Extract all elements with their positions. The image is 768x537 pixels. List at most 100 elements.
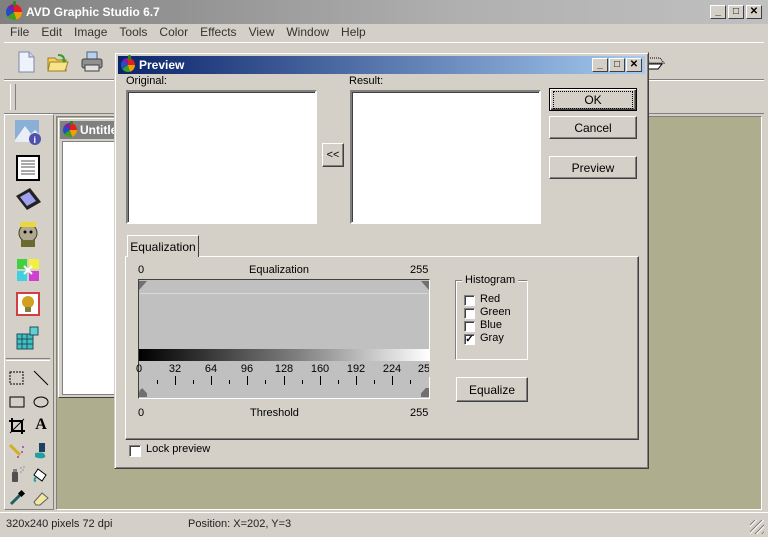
cancel-button[interactable]: Cancel <box>549 116 637 139</box>
image-canvas[interactable] <box>62 141 116 395</box>
print-icon[interactable] <box>80 50 104 74</box>
menu-help[interactable]: Help <box>335 25 372 39</box>
toolbar-grip[interactable] <box>10 84 16 110</box>
mascot-icon[interactable] <box>14 220 42 248</box>
dialog-title-bar[interactable]: Preview _ □ ✕ <box>118 55 645 74</box>
checkbox-gray[interactable]: ✓ <box>464 334 475 345</box>
scale-label: 192 <box>346 363 366 375</box>
menu-bar: File Edit Image Tools Color Effects View… <box>0 22 768 42</box>
new-document-icon[interactable] <box>14 50 38 74</box>
equalization-track <box>140 293 428 294</box>
menu-image[interactable]: Image <box>68 25 113 39</box>
menu-effects[interactable]: Effects <box>194 25 242 39</box>
major-tick <box>356 376 357 385</box>
menu-file[interactable]: File <box>4 25 35 39</box>
result-preview <box>350 90 541 224</box>
tool-panel-divider <box>6 358 50 361</box>
histogram-legend: Histogram <box>462 274 519 286</box>
menu-color[interactable]: Color <box>153 25 194 39</box>
dialog-close-button[interactable]: ✕ <box>626 58 642 72</box>
equalization-label: Equalization <box>249 264 309 276</box>
menu-edit[interactable]: Edit <box>35 25 68 39</box>
dialog-minimize-button[interactable]: _ <box>592 58 608 72</box>
scale-label: 96 <box>240 363 254 375</box>
app-title-bar: AVD Graphic Studio 6.7 _ □ ✕ <box>0 0 768 24</box>
paint-drop-icon[interactable] <box>32 465 50 483</box>
menu-window[interactable]: Window <box>280 25 335 39</box>
lock-preview-label: Lock preview <box>146 443 211 455</box>
minor-tick <box>302 380 303 384</box>
eyedropper-icon[interactable] <box>8 489 26 507</box>
ok-button-label: OK <box>553 90 633 109</box>
minor-tick <box>410 380 411 384</box>
menu-view[interactable]: View <box>243 25 281 39</box>
threshold-max: 255 <box>410 407 429 419</box>
resize-grip[interactable] <box>750 520 764 534</box>
spray-icon[interactable] <box>8 465 26 483</box>
rect-select-icon[interactable] <box>8 369 26 387</box>
open-folder-icon[interactable] <box>46 50 70 74</box>
grayscale-gradient <box>139 349 429 361</box>
minor-tick <box>229 380 230 384</box>
threshold-label: Threshold <box>250 407 299 419</box>
preview-dialog: Preview _ □ ✕ Original: << Result: OK Ca… <box>114 52 649 469</box>
copy-back-button[interactable]: << <box>322 143 344 167</box>
checkbox-label-red: Red <box>480 293 501 305</box>
svg-text:i: i <box>34 135 37 145</box>
checkbox-red[interactable] <box>464 295 475 306</box>
image-window-title-bar[interactable]: Untitled <box>60 121 116 139</box>
dialog-maximize-button[interactable]: □ <box>609 58 625 72</box>
rectangle-icon[interactable] <box>8 393 26 411</box>
color-swap-icon[interactable] <box>14 256 42 284</box>
image-info-icon[interactable]: i <box>14 118 42 146</box>
ellipse-icon[interactable] <box>32 393 50 411</box>
crop-icon[interactable] <box>8 417 26 435</box>
minor-tick <box>157 380 158 384</box>
equalization-max: 255 <box>410 264 429 276</box>
minor-tick <box>265 380 266 384</box>
dialog-icon <box>121 55 135 72</box>
status-bar: 320x240 pixels 72 dpi Position: X=202, Y… <box>0 512 768 537</box>
major-tick <box>320 376 321 385</box>
tab-equalization[interactable]: Equalization <box>127 235 199 257</box>
image-window-icon <box>63 121 77 137</box>
major-tick <box>392 376 393 385</box>
image-window-title: Untitled <box>80 123 116 137</box>
minimize-button[interactable]: _ <box>710 5 726 19</box>
line-icon[interactable] <box>32 369 50 387</box>
dialog-title: Preview <box>139 58 185 72</box>
equalization-min: 0 <box>138 264 145 276</box>
film-strip-icon[interactable] <box>14 186 42 214</box>
preview-button[interactable]: Preview <box>549 156 637 179</box>
cubes-icon[interactable] <box>14 324 42 352</box>
text-icon[interactable]: A <box>32 416 50 434</box>
checkbox-label-green: Green <box>480 306 511 318</box>
maximize-button[interactable]: □ <box>728 5 744 19</box>
app-title: AVD Graphic Studio 6.7 <box>26 5 160 19</box>
threshold-min: 0 <box>138 407 145 419</box>
menu-tools[interactable]: Tools <box>113 25 153 39</box>
lock-preview-checkbox[interactable] <box>129 445 141 457</box>
scale-label: 128 <box>274 363 294 375</box>
eraser-icon[interactable] <box>32 489 50 507</box>
fill-bucket-icon[interactable] <box>32 441 50 459</box>
document-properties-icon[interactable] <box>14 154 42 182</box>
magic-wand-icon[interactable] <box>8 441 26 459</box>
original-label: Original: <box>126 75 167 87</box>
checkbox-blue[interactable] <box>464 321 475 332</box>
scale-label: 224 <box>382 363 402 375</box>
scale-label: 160 <box>310 363 330 375</box>
minor-tick <box>193 380 194 384</box>
major-tick <box>211 376 212 385</box>
checkbox-green[interactable] <box>464 308 475 319</box>
minor-tick <box>338 380 339 384</box>
close-button[interactable]: ✕ <box>746 5 762 19</box>
major-tick <box>247 376 248 385</box>
minor-tick <box>374 380 375 384</box>
equalize-button[interactable]: Equalize <box>456 377 528 402</box>
checkbox-label-gray: Gray <box>480 332 504 344</box>
picture-frame-icon[interactable] <box>14 290 42 318</box>
ok-button[interactable]: OK <box>549 88 637 111</box>
scale-label: 0 <box>135 363 143 375</box>
status-position: Position: X=202, Y=3 <box>188 518 292 530</box>
